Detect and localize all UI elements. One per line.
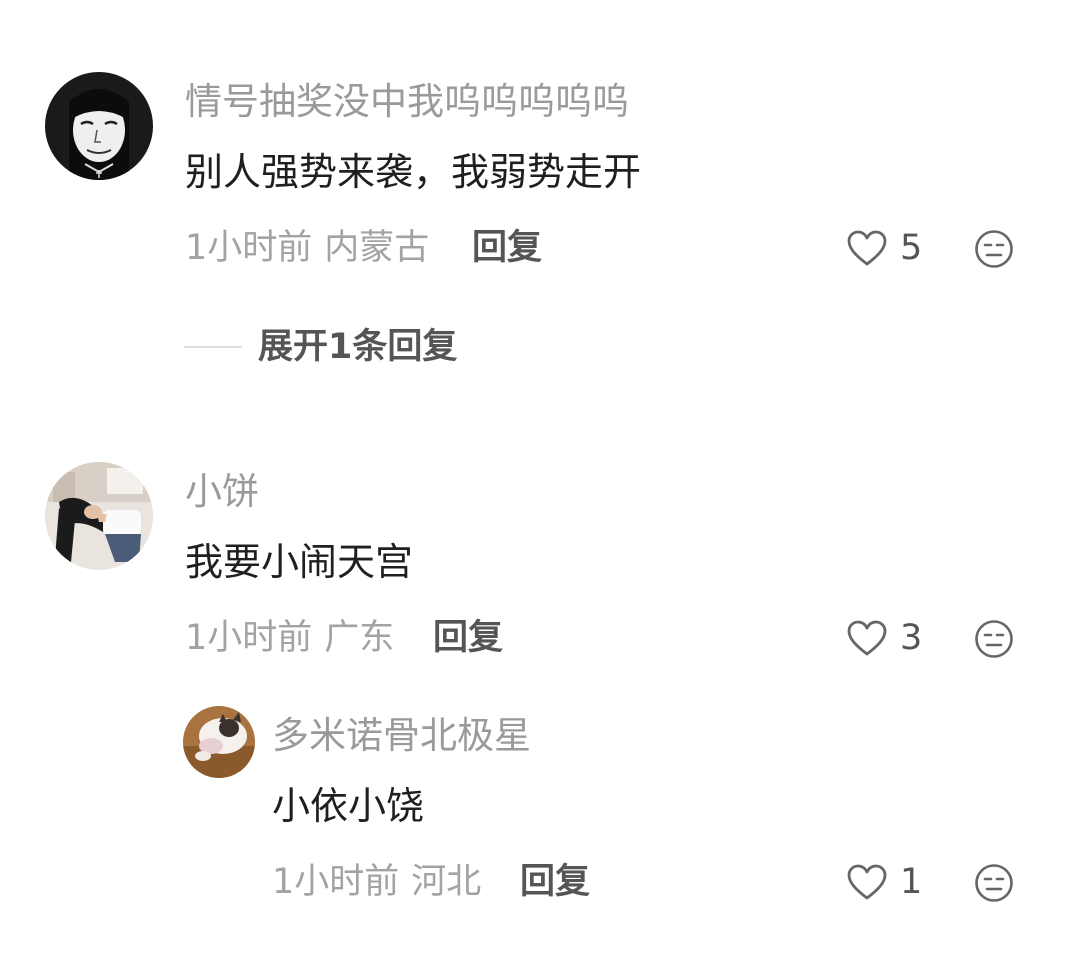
- unamused-face-icon: [975, 230, 1013, 268]
- reply-meta: 1小时前 河北: [272, 860, 481, 904]
- reply-text: 小依小饶: [272, 784, 425, 828]
- like-button[interactable]: 5: [846, 226, 922, 270]
- reply-button[interactable]: 回复: [520, 860, 590, 904]
- reply-time: 1小时前: [272, 862, 400, 902]
- comment-meta: 1小时前 内蒙古: [185, 226, 429, 270]
- comment-time: 1小时前: [185, 228, 313, 268]
- like-button[interactable]: 1: [846, 860, 922, 904]
- unamused-face-icon: [975, 620, 1013, 658]
- avatar[interactable]: [45, 462, 153, 570]
- avatar[interactable]: [45, 72, 153, 180]
- heart-outline-icon: [847, 230, 887, 266]
- divider-line: [184, 346, 242, 348]
- expand-replies-label: 展开1条回复: [258, 327, 458, 367]
- like-count: 5: [900, 228, 923, 268]
- dislike-button[interactable]: [974, 619, 1014, 659]
- comment-location: 广东: [324, 618, 395, 658]
- reply-location: 河北: [411, 862, 482, 902]
- comment-username[interactable]: 情号抽奖没中我呜呜呜呜呜: [185, 80, 629, 124]
- dislike-button[interactable]: [974, 229, 1014, 269]
- comment-text: 我要小闹天宫: [185, 540, 414, 584]
- unamused-face-icon: [975, 864, 1013, 902]
- heart-outline-icon: [847, 864, 887, 900]
- like-count: 3: [900, 618, 923, 658]
- avatar[interactable]: [183, 706, 255, 778]
- reply-button[interactable]: 回复: [433, 616, 503, 660]
- like-count: 1: [900, 862, 923, 902]
- comment-time: 1小时前: [185, 618, 313, 658]
- reply-button[interactable]: 回复: [472, 226, 542, 270]
- comment-text: 别人强势来袭，我弱势走开: [185, 150, 642, 194]
- comment-username[interactable]: 小饼: [185, 470, 259, 514]
- dislike-button[interactable]: [974, 863, 1014, 903]
- expand-replies-button[interactable]: 展开1条回复: [184, 324, 457, 370]
- like-button[interactable]: 3: [846, 616, 922, 660]
- comment-location: 内蒙古: [324, 228, 430, 268]
- heart-outline-icon: [847, 620, 887, 656]
- comment-meta: 1小时前 广东: [185, 616, 394, 660]
- reply-username[interactable]: 多米诺骨北极星: [272, 714, 531, 758]
